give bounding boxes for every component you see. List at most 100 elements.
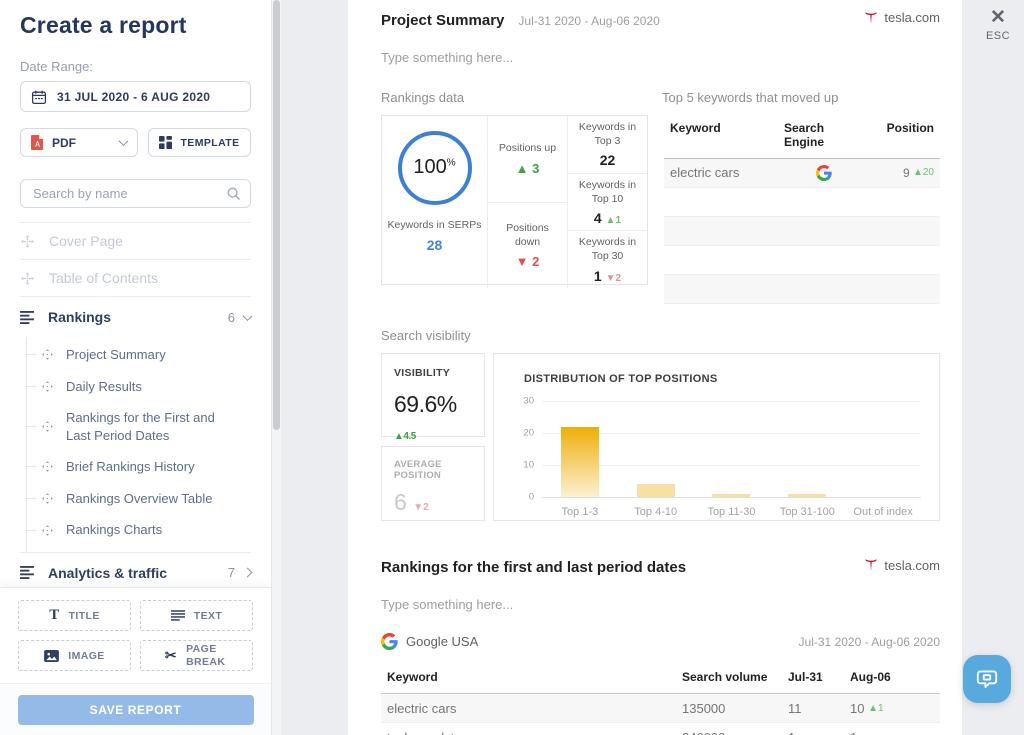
top30-label: Keywords in Top 30 bbox=[578, 236, 637, 263]
y-tick: 20 bbox=[523, 427, 534, 438]
save-report-button[interactable]: SAVE REPORT bbox=[17, 694, 254, 725]
keyword-cell: tesla roadster bbox=[381, 723, 676, 735]
serps-percent: 100 bbox=[413, 156, 447, 178]
sidebar-item-label: Rankings Charts bbox=[66, 522, 163, 538]
drag-handle-icon bbox=[20, 271, 35, 286]
drag-handle-icon bbox=[41, 348, 54, 361]
list-icon bbox=[20, 566, 35, 580]
drag-handle-icon bbox=[41, 460, 54, 473]
section-date-range: Jul-31 2020 - Aug-06 2020 bbox=[518, 13, 660, 28]
position-cell: 9 ▲20 bbox=[870, 158, 940, 188]
arrow-down-icon: ▼ bbox=[605, 272, 616, 284]
rankings-data-card: 100% Keywords in SERPs 28 Positions up ▲… bbox=[381, 114, 648, 288]
y-tick: 10 bbox=[523, 459, 534, 470]
top3-value: 22 bbox=[599, 152, 616, 169]
keyword-cell: electric cars bbox=[664, 158, 778, 188]
sidebar-scrollbar-track[interactable] bbox=[272, 0, 281, 735]
sidebar-scrollbar-thumb[interactable] bbox=[273, 0, 280, 430]
sidebar-item-rankings-first-last[interactable]: Rankings for the First and Last Period D… bbox=[27, 402, 271, 451]
volume-cell: 135000 bbox=[676, 694, 782, 723]
sidebar-item-table-of-contents[interactable]: Table of Contents bbox=[0, 260, 271, 296]
arrow-up-icon: ▲ bbox=[394, 430, 404, 442]
sidebar-item-cover-page[interactable]: Cover Page bbox=[0, 223, 271, 259]
sidebar-item-rankings-charts[interactable]: Rankings Charts bbox=[27, 514, 271, 546]
chat-bubble-icon bbox=[976, 670, 998, 689]
top3-label: Keywords in Top 3 bbox=[578, 121, 637, 148]
serps-label: Keywords in SERPs bbox=[387, 218, 482, 231]
search-engine-label: Google USA bbox=[406, 634, 479, 649]
sidebar-item-daily-results[interactable]: Daily Results bbox=[27, 371, 271, 403]
chat-widget-button[interactable] bbox=[963, 655, 1011, 703]
first-date-cell: 11 bbox=[782, 694, 844, 723]
chevron-right-icon bbox=[242, 567, 253, 578]
position-value: 9 bbox=[902, 165, 910, 180]
position-delta: 20 bbox=[922, 167, 934, 178]
positions-down-value: 2 bbox=[532, 254, 540, 270]
last-delta: 1 bbox=[878, 702, 884, 714]
page-title: Create a report bbox=[20, 12, 187, 38]
search-input[interactable] bbox=[20, 179, 251, 208]
template-button[interactable]: TEMPLATE bbox=[148, 128, 251, 157]
arrow-up-icon: ▲ bbox=[868, 702, 878, 714]
section-label: Rankings bbox=[48, 309, 112, 325]
x-tick: Out of index bbox=[853, 505, 913, 518]
drag-handle-icon bbox=[41, 420, 54, 433]
format-select[interactable]: PDF bbox=[20, 128, 138, 157]
section-count: 7 bbox=[227, 565, 235, 581]
project-domain: tesla.com bbox=[864, 10, 940, 25]
visibility-label: VISIBILITY bbox=[394, 366, 451, 379]
last-date-cell: 1 bbox=[844, 723, 940, 735]
section-count: 6 bbox=[227, 309, 235, 325]
drag-handle-icon bbox=[41, 380, 54, 393]
bar-top-31-100 bbox=[788, 493, 827, 497]
insert-image-button[interactable]: IMAGE bbox=[18, 640, 131, 671]
search-engine-cell bbox=[778, 158, 870, 188]
text-block-placeholder[interactable]: Type something here... bbox=[381, 597, 940, 612]
chart-title: DISTRIBUTION OF TOP POSITIONS bbox=[524, 372, 718, 385]
table-row-empty bbox=[664, 274, 778, 304]
sidebar-section-rankings[interactable]: Rankings 6 bbox=[0, 297, 271, 337]
image-icon bbox=[44, 649, 60, 662]
arrow-up-icon: ▲ bbox=[605, 215, 616, 227]
close-icon[interactable]: ✕ bbox=[980, 8, 1016, 28]
section-label: Analytics & traffic bbox=[48, 564, 168, 581]
text-block-placeholder[interactable]: Type something here... bbox=[381, 50, 940, 65]
sidebar-item-rankings-overview-table[interactable]: Rankings Overview Table bbox=[27, 483, 271, 515]
sidebar-item-label: Cover Page bbox=[49, 233, 123, 249]
drag-handle-icon bbox=[41, 492, 54, 505]
rankings-subsections: Project Summary Daily Results Rankings f… bbox=[26, 337, 271, 552]
x-tick: Top 31-100 bbox=[779, 505, 835, 518]
insert-page-break-button[interactable]: ✂ PAGE BREAK bbox=[140, 640, 253, 671]
project-domain: tesla.com bbox=[864, 558, 940, 573]
calendar-icon bbox=[31, 89, 47, 105]
distribution-chart-card: DISTRIBUTION OF TOP POSITIONS 30 20 10 0 bbox=[493, 352, 940, 521]
column-header: Search volume bbox=[676, 664, 782, 694]
bar-chart-plot: 30 20 10 0 bbox=[523, 395, 921, 502]
date-range-input[interactable]: 31 JUL 2020 - 6 AUG 2020 bbox=[20, 81, 251, 112]
x-tick: Top 11-30 bbox=[707, 505, 756, 518]
percent-sign: % bbox=[446, 157, 456, 169]
column-header: Search Engine bbox=[778, 115, 870, 159]
top10-delta: 1 bbox=[615, 215, 622, 227]
chevron-down-icon bbox=[242, 310, 253, 321]
close-modal-control[interactable]: ✕ ESC bbox=[980, 8, 1016, 43]
x-tick: Top 1-3 bbox=[561, 505, 599, 518]
bar-top-4-10 bbox=[636, 483, 675, 497]
insert-button-label: PAGE BREAK bbox=[186, 643, 226, 668]
column-header: Keyword bbox=[664, 115, 778, 159]
column-header: Jul-31 bbox=[782, 664, 844, 694]
report-preview-panel: Project Summary Jul-31 2020 - Aug-06 202… bbox=[348, 0, 962, 735]
sidebar-item-brief-rankings-history[interactable]: Brief Rankings History bbox=[27, 451, 271, 483]
sidebar-item-label: Brief Rankings History bbox=[66, 459, 195, 475]
insert-title-button[interactable]: T TITLE bbox=[18, 600, 131, 631]
sidebar-item-project-summary[interactable]: Project Summary bbox=[27, 339, 271, 371]
top30-delta: 2 bbox=[615, 272, 622, 284]
list-icon bbox=[20, 310, 35, 324]
sidebar-item-label: Daily Results bbox=[66, 378, 142, 394]
sidebar-item-label: Project Summary bbox=[66, 347, 166, 362]
table-row-empty bbox=[664, 246, 778, 275]
insert-text-button[interactable]: TEXT bbox=[140, 600, 253, 631]
section-date-range: Jul-31 2020 - Aug-06 2020 bbox=[798, 634, 940, 649]
bar-top-11-30 bbox=[712, 493, 751, 497]
column-header: Keyword bbox=[381, 664, 676, 694]
